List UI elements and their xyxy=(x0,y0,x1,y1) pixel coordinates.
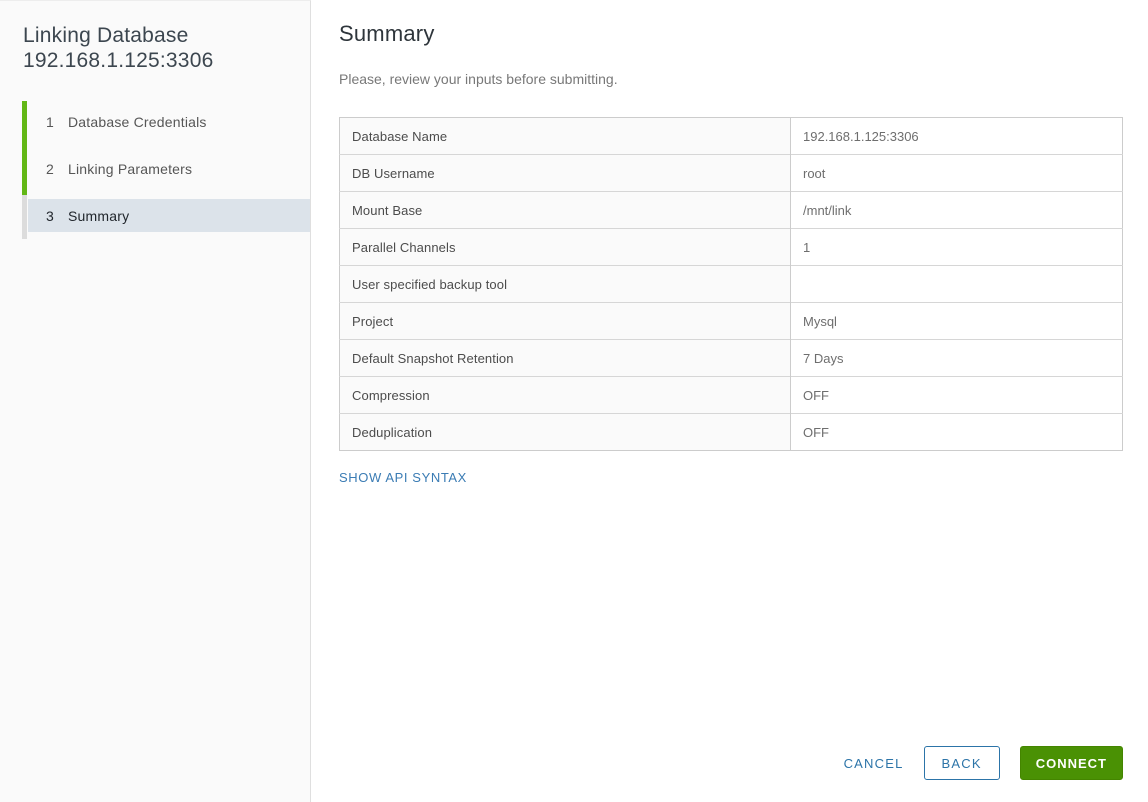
step-number: 1 xyxy=(46,113,54,130)
row-value: /mnt/link xyxy=(790,191,1123,229)
row-value xyxy=(790,265,1123,303)
table-row: Mount Base /mnt/link xyxy=(339,191,1123,229)
wizard-title-line1: Linking Database xyxy=(23,24,189,47)
row-label: Mount Base xyxy=(339,191,791,229)
wizard-footer: CANCEL BACK CONNECT xyxy=(838,746,1123,780)
row-value: 7 Days xyxy=(790,339,1123,377)
table-row: Project Mysql xyxy=(339,302,1123,340)
back-button[interactable]: BACK xyxy=(923,746,1000,780)
step-progress-bar xyxy=(22,101,27,149)
step-number: 2 xyxy=(46,160,54,177)
step-item-linking-parameters[interactable]: 2 Linking Parameters xyxy=(22,148,310,196)
row-value: OFF xyxy=(790,413,1123,451)
table-row: Deduplication OFF xyxy=(339,413,1123,451)
table-row: Parallel Channels 1 xyxy=(339,228,1123,266)
row-value: OFF xyxy=(790,376,1123,414)
step-label: Database Credentials xyxy=(68,113,207,130)
wizard-main-panel: Summary Please, review your inputs befor… xyxy=(311,0,1148,802)
step-progress-bar xyxy=(22,195,27,239)
show-api-syntax-link[interactable]: SHOW API SYNTAX xyxy=(339,470,467,485)
row-value: Mysql xyxy=(790,302,1123,340)
row-label: DB Username xyxy=(339,154,791,192)
page-subtitle: Please, review your inputs before submit… xyxy=(339,71,618,87)
wizard-title-line2: 192.168.1.125:3306 xyxy=(23,49,214,72)
row-label: Compression xyxy=(339,376,791,414)
step-item-summary[interactable]: 3 Summary xyxy=(22,195,310,239)
page-title: Summary xyxy=(339,21,435,46)
connect-button[interactable]: CONNECT xyxy=(1019,746,1123,780)
summary-table: Database Name 192.168.1.125:3306 DB User… xyxy=(339,117,1123,451)
row-label: Database Name xyxy=(339,117,791,155)
cancel-button[interactable]: CANCEL xyxy=(838,746,910,780)
step-label: Linking Parameters xyxy=(68,160,193,177)
row-label: User specified backup tool xyxy=(339,265,791,303)
wizard-title: Linking Database 192.168.1.125:3306 xyxy=(23,23,310,73)
table-row: DB Username root xyxy=(339,154,1123,192)
row-label: Deduplication xyxy=(339,413,791,451)
table-row: Database Name 192.168.1.125:3306 xyxy=(339,117,1123,155)
row-label: Parallel Channels xyxy=(339,228,791,266)
table-row: Default Snapshot Retention 7 Days xyxy=(339,339,1123,377)
wizard-step-list: 1 Database Credentials 2 Linking Paramet… xyxy=(22,101,310,239)
linking-database-wizard: Linking Database 192.168.1.125:3306 1 Da… xyxy=(0,0,1148,802)
step-number: 3 xyxy=(46,207,54,224)
table-row: User specified backup tool xyxy=(339,265,1123,303)
step-progress-bar xyxy=(22,148,27,196)
row-value: 1 xyxy=(790,228,1123,266)
row-value: root xyxy=(790,154,1123,192)
row-value: 192.168.1.125:3306 xyxy=(803,128,919,144)
step-item-database-credentials[interactable]: 1 Database Credentials xyxy=(22,101,310,149)
table-row: Compression OFF xyxy=(339,376,1123,414)
row-label: Default Snapshot Retention xyxy=(339,339,791,377)
wizard-sidebar: Linking Database 192.168.1.125:3306 1 Da… xyxy=(0,0,311,802)
step-label: Summary xyxy=(68,207,130,224)
row-label: Project xyxy=(339,302,791,340)
